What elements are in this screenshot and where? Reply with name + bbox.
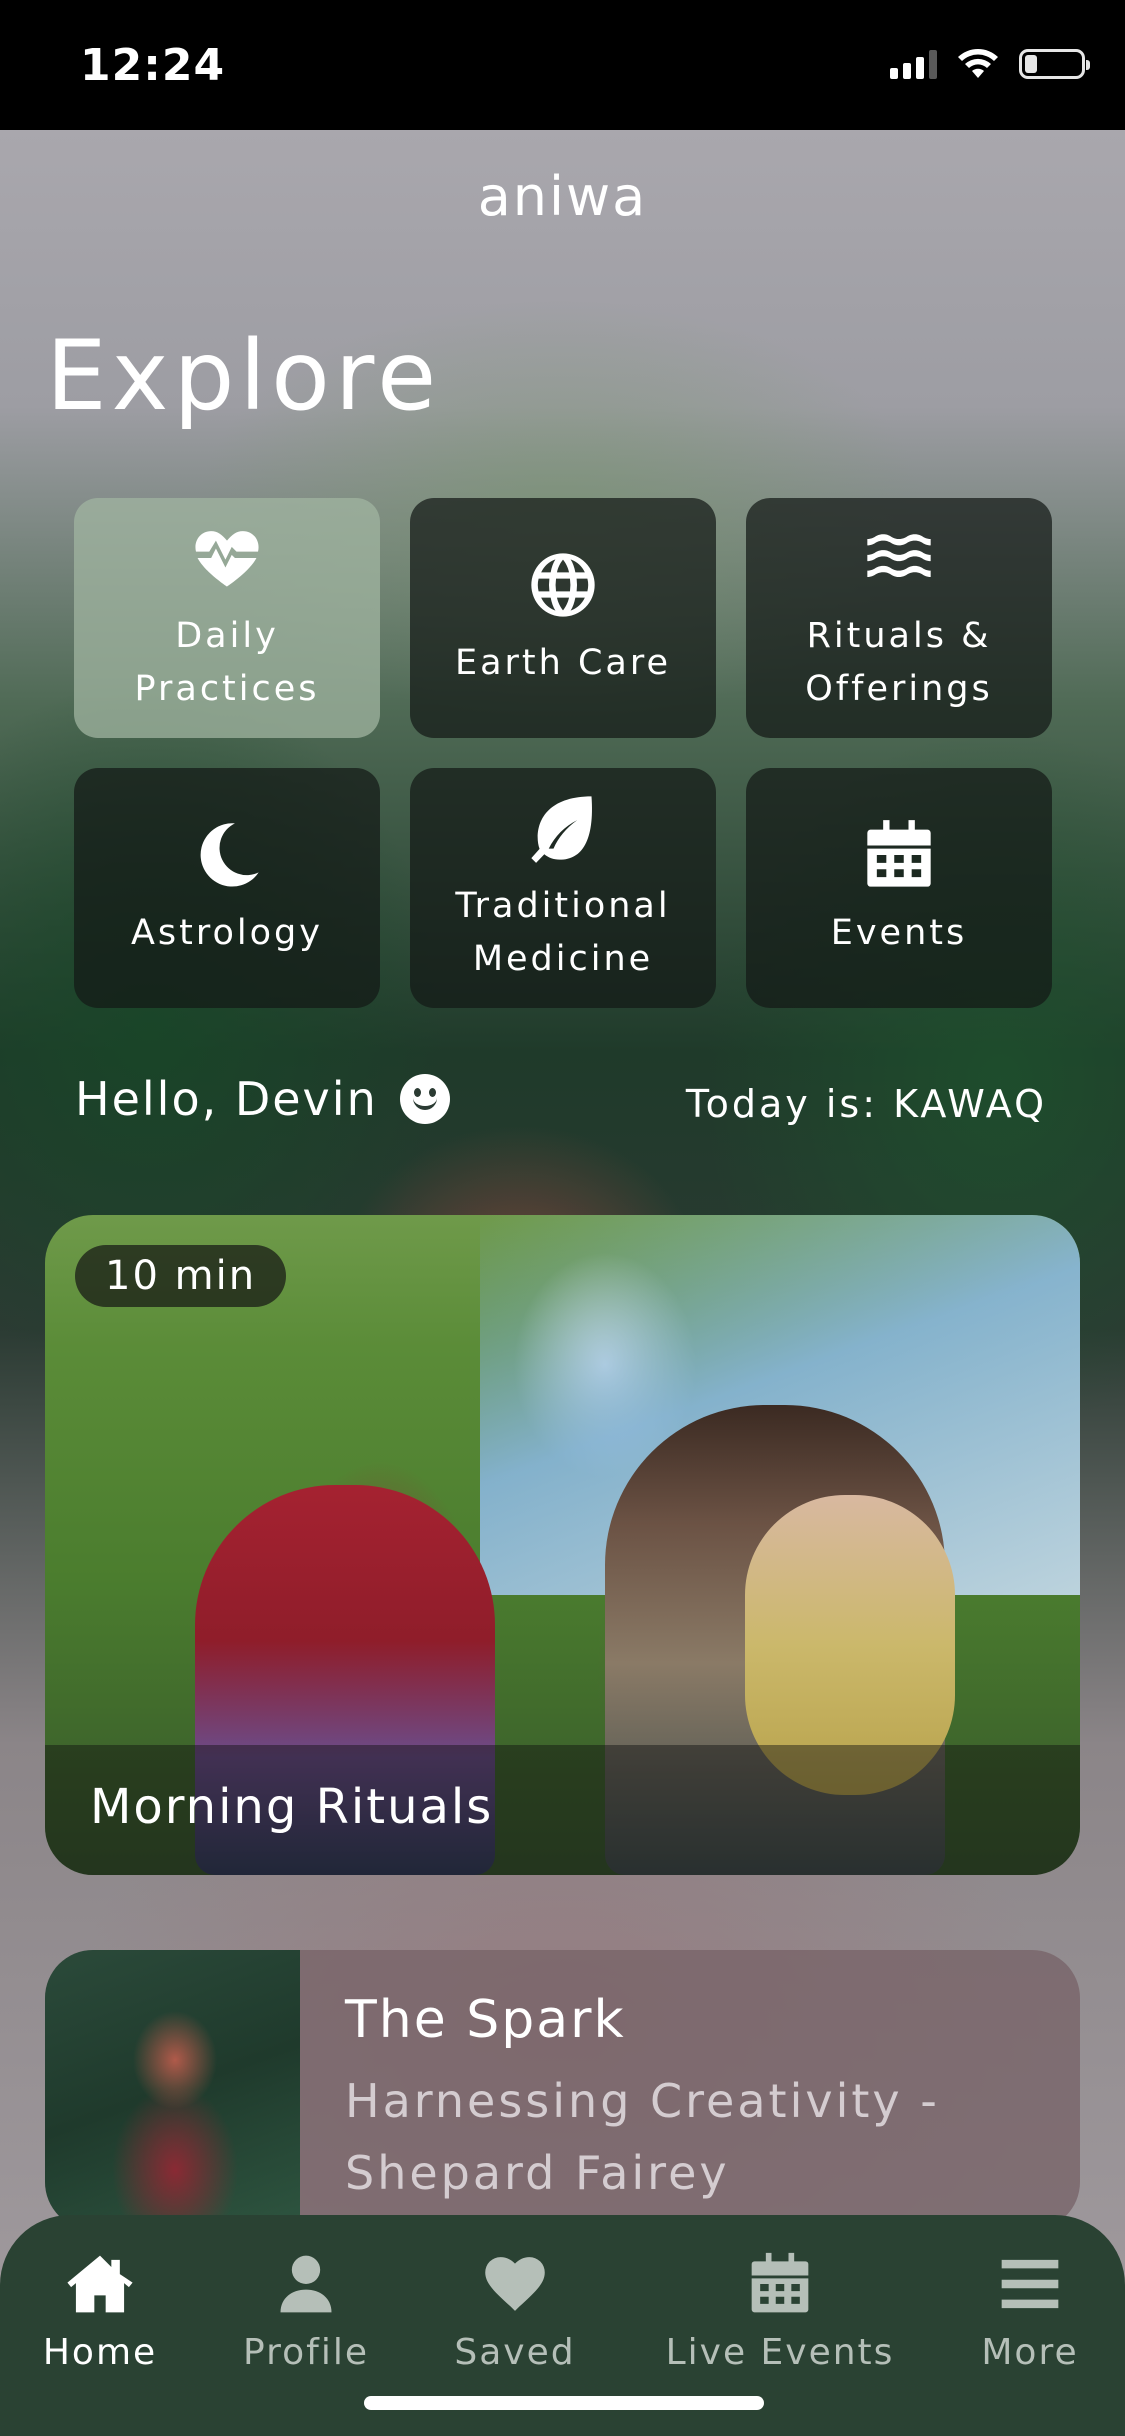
tab-label: Home (42, 2332, 158, 2373)
item-thumbnail (45, 1950, 300, 2230)
category-label: Earth Care (454, 642, 672, 683)
tab-label: Profile (243, 2332, 369, 2373)
category-daily-practices[interactable]: Daily Practices (74, 498, 380, 738)
heart-pulse-icon (195, 531, 259, 587)
category-label: Traditional Medicine (455, 886, 671, 979)
featured-title: Morning Rituals (90, 1779, 494, 1835)
tab-label: Live Events (665, 2332, 895, 2373)
status-bar: 12:24 (0, 0, 1125, 130)
globe-icon (531, 552, 595, 617)
calendar-icon (867, 819, 931, 887)
tab-live-events[interactable]: Live Events (660, 2250, 900, 2373)
tab-label: More (981, 2332, 1079, 2373)
leaf-icon (531, 796, 592, 863)
moon-icon (200, 822, 259, 887)
page-title: Explore (46, 320, 442, 432)
tab-more[interactable]: More (960, 2250, 1100, 2373)
category-earth-care[interactable]: Earth Care (410, 498, 716, 738)
category-label: Rituals & Offerings (805, 616, 993, 709)
home-icon (67, 2255, 133, 2313)
category-label: Events (830, 912, 968, 953)
category-traditional-medicine[interactable]: Traditional Medicine (410, 768, 716, 1008)
signal-icon (890, 49, 937, 79)
item-subtitle: Harnessing Creativity - Shepard Fairey (345, 2074, 940, 2200)
tab-saved[interactable]: Saved (445, 2250, 585, 2373)
heart-icon (485, 2257, 545, 2311)
home-indicator (364, 2396, 764, 2410)
smiley-icon (399, 1074, 450, 1124)
category-rituals-offerings[interactable]: Rituals & Offerings (746, 498, 1052, 738)
tab-home[interactable]: Home (30, 2250, 170, 2373)
category-label: Astrology (130, 912, 323, 953)
greeting-text: Hello, Devin (75, 1072, 378, 1126)
calendar-icon (751, 2252, 809, 2313)
waves-icon (867, 534, 931, 577)
battery-icon (1019, 49, 1090, 79)
user-icon (280, 2255, 332, 2313)
today-label: Today is: KAWAQ (685, 1082, 1047, 1126)
status-time: 12:24 (80, 40, 226, 91)
list-item[interactable]: The Spark Harnessing Creativity - Shepar… (45, 1950, 1080, 2230)
menu-icon (1001, 2259, 1059, 2309)
greeting: Hello, Devin (75, 1072, 450, 1126)
category-events[interactable]: Events (746, 768, 1052, 1008)
category-astrology[interactable]: Astrology (74, 768, 380, 1008)
featured-card[interactable]: 10 min Morning Rituals (45, 1215, 1080, 1875)
duration-badge: 10 min (75, 1245, 287, 1307)
category-label: Daily Practices (134, 616, 320, 709)
tab-label: Saved (454, 2332, 576, 2373)
app-name: aniwa (477, 165, 648, 228)
item-title: The Spark (345, 1990, 626, 2050)
wifi-icon (958, 49, 998, 78)
tab-profile[interactable]: Profile (236, 2250, 376, 2373)
